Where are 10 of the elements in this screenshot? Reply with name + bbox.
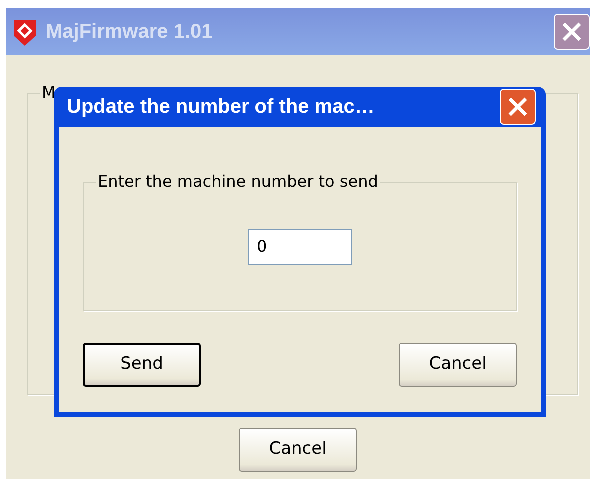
close-button[interactable] — [500, 89, 536, 125]
cancel-button[interactable]: Cancel — [239, 428, 357, 472]
machine-number-field[interactable]: 0 — [248, 228, 352, 264]
close-button[interactable] — [554, 14, 590, 50]
window-title: MajFirmware 1.01 — [46, 20, 213, 44]
close-icon — [561, 20, 583, 42]
send-button[interactable]: Send — [83, 343, 201, 387]
close-icon — [507, 96, 529, 118]
dialog-title: Update the number of the mac… — [67, 95, 375, 120]
cancel-button[interactable]: Cancel — [399, 343, 517, 387]
